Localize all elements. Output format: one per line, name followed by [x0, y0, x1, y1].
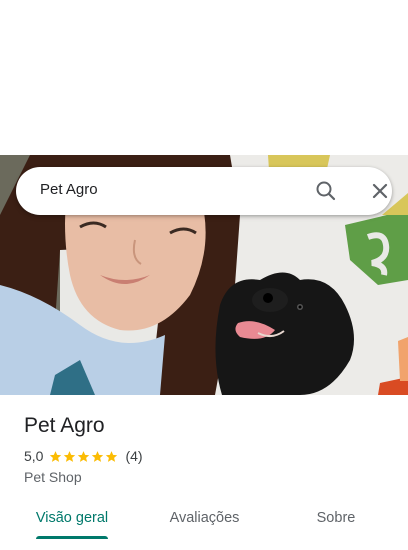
star-icon [64, 450, 76, 462]
tab-reviews[interactable]: Avaliações [152, 496, 257, 540]
close-icon[interactable] [368, 179, 392, 203]
star-icon [106, 450, 118, 462]
search-query-text[interactable]: Pet Agro [40, 181, 98, 198]
active-tab-indicator [36, 536, 108, 539]
rating-row[interactable]: 5,0 (4) [24, 447, 143, 465]
rating-value: 5,0 [24, 448, 44, 464]
star-icon [92, 450, 104, 462]
place-name: Pet Agro [24, 414, 105, 437]
place-category[interactable]: Pet Shop [24, 469, 82, 485]
star-icon [50, 450, 62, 462]
place-tabs: Visão geral Avaliações Sobre [0, 496, 408, 540]
tab-about[interactable]: Sobre [296, 496, 376, 540]
review-count[interactable]: (4) [125, 448, 142, 464]
tab-overview[interactable]: Visão geral [22, 496, 122, 540]
star-icon [78, 450, 90, 462]
search-icon[interactable] [314, 179, 338, 203]
star-rating [49, 450, 119, 463]
search-bar: Pet Agro [16, 167, 392, 215]
blank-top-area [0, 0, 408, 155]
